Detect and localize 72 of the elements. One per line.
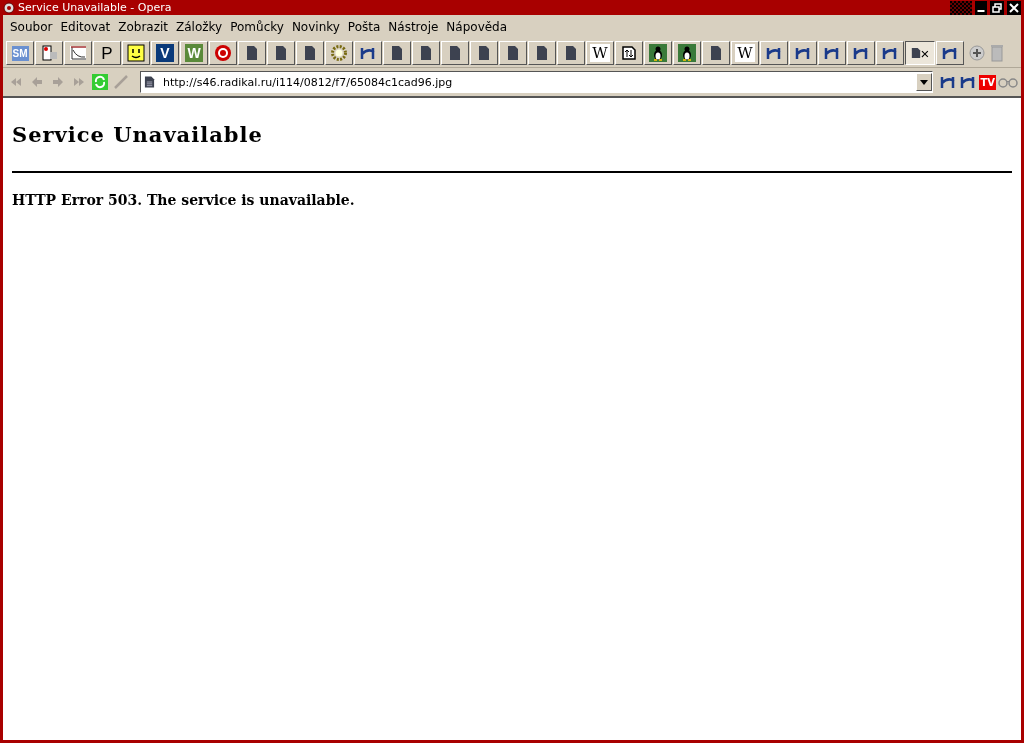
bookmark-button[interactable] [673, 41, 701, 65]
bookmark-button[interactable] [557, 41, 585, 65]
bookmark-button[interactable] [876, 41, 904, 65]
tv-button[interactable]: TV [979, 74, 996, 90]
bookmark-button[interactable]: V [151, 41, 179, 65]
bookmark-button[interactable] [470, 41, 498, 65]
chart-icon [69, 44, 87, 62]
close-button[interactable] [1007, 0, 1021, 15]
bookmark-button[interactable] [35, 41, 63, 65]
bookmark-button[interactable] [325, 41, 353, 65]
menu-item[interactable]: Nástroje [384, 19, 443, 35]
restore-button[interactable] [990, 0, 1004, 15]
bookmark-button[interactable] [499, 41, 527, 65]
menu-item[interactable]: Novinky [287, 19, 344, 35]
menu-item[interactable]: Nápověda [442, 19, 512, 35]
document-icon [144, 75, 155, 89]
wheel-icon [214, 44, 232, 62]
bookmark-button[interactable] [615, 41, 643, 65]
bookmark-button[interactable] [209, 41, 237, 65]
penguin-icon [649, 44, 667, 62]
bookmark-button[interactable] [122, 41, 150, 65]
minimize-icon [977, 9, 985, 12]
restore-icon [992, 2, 1002, 13]
bookmark-button[interactable] [789, 41, 817, 65]
bookmark-button[interactable]: W [586, 41, 614, 65]
menu-item[interactable]: Soubor [6, 19, 57, 35]
window-title: Service Unavailable - Opera [18, 1, 172, 14]
bookmark-button[interactable] [702, 41, 730, 65]
bookmark-button[interactable] [528, 41, 556, 65]
add-icon[interactable] [969, 45, 985, 61]
document-icon [910, 47, 921, 59]
fast-forward-icon [72, 76, 85, 88]
penguin-icon [678, 44, 696, 62]
bookmark-button[interactable] [296, 41, 324, 65]
bookmark-button[interactable]: W [180, 41, 208, 65]
minimize-button[interactable] [975, 0, 987, 15]
page-heading: Service Unavailable [12, 122, 264, 147]
wand-icon [112, 74, 129, 90]
pattern-icon [950, 0, 972, 15]
menu-item[interactable]: Zobrazit [114, 19, 173, 35]
error-message: HTTP Error 503. The service is unavailable. [12, 192, 356, 208]
caret-icon [920, 78, 929, 86]
menu-item[interactable]: Záložky [172, 19, 227, 35]
forward-icon [51, 76, 64, 88]
bookmark-button[interactable] [64, 41, 92, 65]
bookmark-button[interactable] [267, 41, 295, 65]
address-bar[interactable]: http://s46.radikal.ru/i114/0812/f7/65084c1cad96.jpg [140, 71, 934, 93]
menu-item[interactable]: Editovat [56, 19, 115, 35]
bookmark-button[interactable] [441, 41, 469, 65]
device-icon [40, 44, 58, 62]
bookmark-button[interactable] [412, 41, 440, 65]
bookmark-button[interactable] [238, 41, 266, 65]
arrows-document-icon [620, 44, 638, 62]
reload-icon [91, 74, 108, 90]
menu-item[interactable]: Pomůcky [226, 19, 288, 35]
bookmark-button[interactable] [818, 41, 846, 65]
bookmark-button[interactable] [644, 41, 672, 65]
bookmark-button[interactable] [760, 41, 788, 65]
bookmark-button[interactable]: P [93, 41, 121, 65]
bookmark-button[interactable]: × [905, 41, 935, 65]
close-icon [1009, 2, 1019, 13]
back-icon [30, 76, 43, 88]
bookmark-button[interactable]: W [731, 41, 759, 65]
rewind-icon [9, 76, 22, 88]
bookmark-button[interactable] [354, 41, 382, 65]
gear-icon [330, 44, 348, 62]
dropdown-button[interactable] [916, 73, 933, 91]
bookmark-button[interactable] [847, 41, 875, 65]
bookmark-button[interactable] [936, 41, 964, 65]
bookmark-button[interactable] [383, 41, 411, 65]
smiley-icon [127, 44, 145, 62]
menu-item[interactable]: Pošta [343, 19, 385, 35]
